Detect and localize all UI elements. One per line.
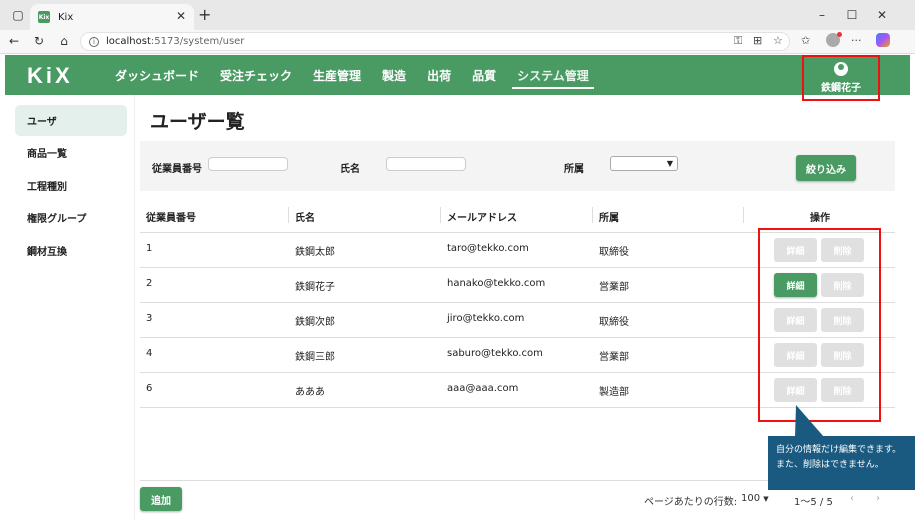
minimize-icon[interactable]: –: [812, 6, 832, 24]
app-icon[interactable]: ⊞: [753, 34, 762, 47]
home-icon[interactable]: ⌂: [56, 33, 72, 49]
copilot-icon[interactable]: [876, 33, 890, 47]
annotation-callout: 自分の情報だけ編集できます。 また、削除はできません。: [768, 436, 915, 490]
callout-line-2: また、削除はできません。: [776, 460, 884, 470]
url-host: localhost: [106, 36, 151, 47]
url-text: localhost:5173/system/user: [106, 36, 244, 47]
chevron-down-icon: ▼: [666, 159, 673, 168]
address-bar: ← ↻ ⌂ i localhost:5173/system/user ⚿ ⊞ ☆…: [0, 30, 915, 54]
rows-per-page-label: ページあたりの行数:: [644, 497, 738, 508]
favorite-star-icon[interactable]: ☆: [773, 34, 783, 47]
col-name[interactable]: 氏名: [295, 209, 315, 224]
column-divider: [440, 207, 441, 223]
tab-actions-icon[interactable]: ▢: [8, 6, 28, 24]
cell-email: saburo@tekko.com: [447, 348, 543, 359]
new-tab-icon[interactable]: +: [198, 5, 211, 24]
nav-dashboard[interactable]: ダッシュボード: [115, 55, 199, 95]
nav-quality[interactable]: 品質: [472, 55, 496, 95]
close-tab-icon[interactable]: ✕: [176, 9, 186, 23]
kix-favicon-icon: Kix: [38, 11, 50, 23]
column-divider: [743, 207, 744, 223]
cell-id: 2: [146, 278, 153, 289]
cell-dept: 取締役: [599, 317, 629, 328]
dept-label: 所属: [564, 164, 584, 175]
prev-page-icon[interactable]: ‹: [850, 493, 854, 504]
browser-tab[interactable]: Kix Kix ✕: [30, 4, 194, 30]
cell-id: 4: [146, 348, 153, 359]
sidebar-item-products[interactable]: 商品一覧: [15, 137, 127, 168]
caret-down-icon: ▼: [763, 495, 769, 503]
rows-per-page-value: 100: [741, 493, 761, 504]
actions-highlight-box: [758, 228, 881, 422]
favorites-icon[interactable]: ✩: [801, 34, 810, 47]
sidebar-item-steel-compat[interactable]: 鋼材互換: [15, 235, 127, 266]
col-employee-no[interactable]: 従業員番号: [146, 209, 196, 224]
sidebar-item-process-types[interactable]: 工程種別: [15, 170, 127, 201]
cell-email: aaa@aaa.com: [447, 383, 519, 394]
app-header: KiX ダッシュボード 受注チェック 生産管理 製造 出荷 品質 システム管理 …: [5, 55, 910, 101]
cell-name: 鉄鋼花子: [295, 282, 335, 293]
callout-pointer: [795, 405, 824, 437]
cell-email: jiro@tekko.com: [447, 313, 525, 324]
kix-logo[interactable]: KiX: [27, 63, 73, 89]
filter-button[interactable]: 絞り込み: [796, 155, 856, 181]
url-path: :5173/system/user: [150, 36, 245, 47]
cell-dept: 営業部: [599, 352, 629, 363]
cell-name: あああ: [295, 387, 325, 398]
name-label: 氏名: [340, 164, 360, 175]
profile-avatar-icon[interactable]: [826, 32, 842, 47]
tab-title: Kix: [58, 11, 74, 23]
employee-no-label: 従業員番号: [152, 164, 202, 175]
cell-dept: 営業部: [599, 282, 629, 293]
dept-select[interactable]: ▼: [610, 156, 678, 171]
col-actions: 操作: [810, 213, 830, 224]
cell-name: 鉄鋼次郎: [295, 317, 335, 328]
cell-id: 1: [146, 243, 153, 254]
reload-icon[interactable]: ↻: [31, 33, 47, 49]
employee-no-input[interactable]: [208, 157, 288, 171]
maximize-icon[interactable]: ☐: [842, 6, 862, 24]
more-menu-icon[interactable]: ···: [851, 34, 862, 47]
user-name: 鉄鋼花子: [821, 83, 861, 94]
cell-id: 3: [146, 313, 153, 324]
name-input[interactable]: [386, 157, 466, 171]
cell-dept: 製造部: [599, 387, 629, 398]
cell-email: hanako@tekko.com: [447, 278, 546, 289]
sidebar-item-permission-groups[interactable]: 権限グループ: [15, 202, 127, 233]
add-button[interactable]: 追加: [140, 487, 182, 511]
page-range: 1〜5 / 5: [794, 497, 833, 508]
url-input[interactable]: i localhost:5173/system/user: [80, 32, 790, 51]
sidebar: ユーザ 商品一覧 工程種別 権限グループ 鋼材互換: [5, 95, 135, 520]
nav-production[interactable]: 生産管理: [313, 55, 361, 95]
callout-line-1: 自分の情報だけ編集できます。: [776, 445, 902, 455]
col-dept[interactable]: 所属: [599, 209, 619, 224]
filter-bar: 従業員番号 氏名 所属 ▼ 絞り込み: [140, 141, 895, 191]
nav-manufacturing[interactable]: 製造: [382, 55, 406, 95]
key-icon[interactable]: ⚿: [734, 34, 742, 48]
main-nav: ダッシュボード 受注チェック 生産管理 製造 出荷 品質 システム管理: [115, 55, 610, 95]
rows-per-page-select[interactable]: 100 ▼: [741, 493, 769, 504]
page-title: ユーザー覧: [150, 111, 245, 133]
cell-id: 6: [146, 383, 153, 394]
cell-name: 鉄鋼太郎: [295, 247, 335, 258]
column-divider: [592, 207, 593, 223]
cell-name: 鉄鋼三郎: [295, 352, 335, 363]
col-email[interactable]: メールアドレス: [447, 209, 517, 224]
browser-titlebar: ▢ Kix Kix ✕ + – ☐ ✕: [0, 0, 915, 30]
cell-dept: 取締役: [599, 247, 629, 258]
user-account-icon: [834, 62, 848, 76]
site-info-icon[interactable]: i: [89, 36, 99, 47]
cell-email: taro@tekko.com: [447, 243, 529, 254]
close-window-icon[interactable]: ✕: [872, 6, 892, 24]
back-icon[interactable]: ←: [6, 33, 22, 49]
sidebar-item-users[interactable]: ユーザ: [15, 105, 127, 136]
nav-order-check[interactable]: 受注チェック: [220, 55, 292, 95]
nav-shipping[interactable]: 出荷: [427, 55, 451, 95]
nav-system[interactable]: システム管理: [512, 55, 594, 95]
next-page-icon[interactable]: ›: [876, 493, 880, 504]
column-divider: [288, 207, 289, 223]
